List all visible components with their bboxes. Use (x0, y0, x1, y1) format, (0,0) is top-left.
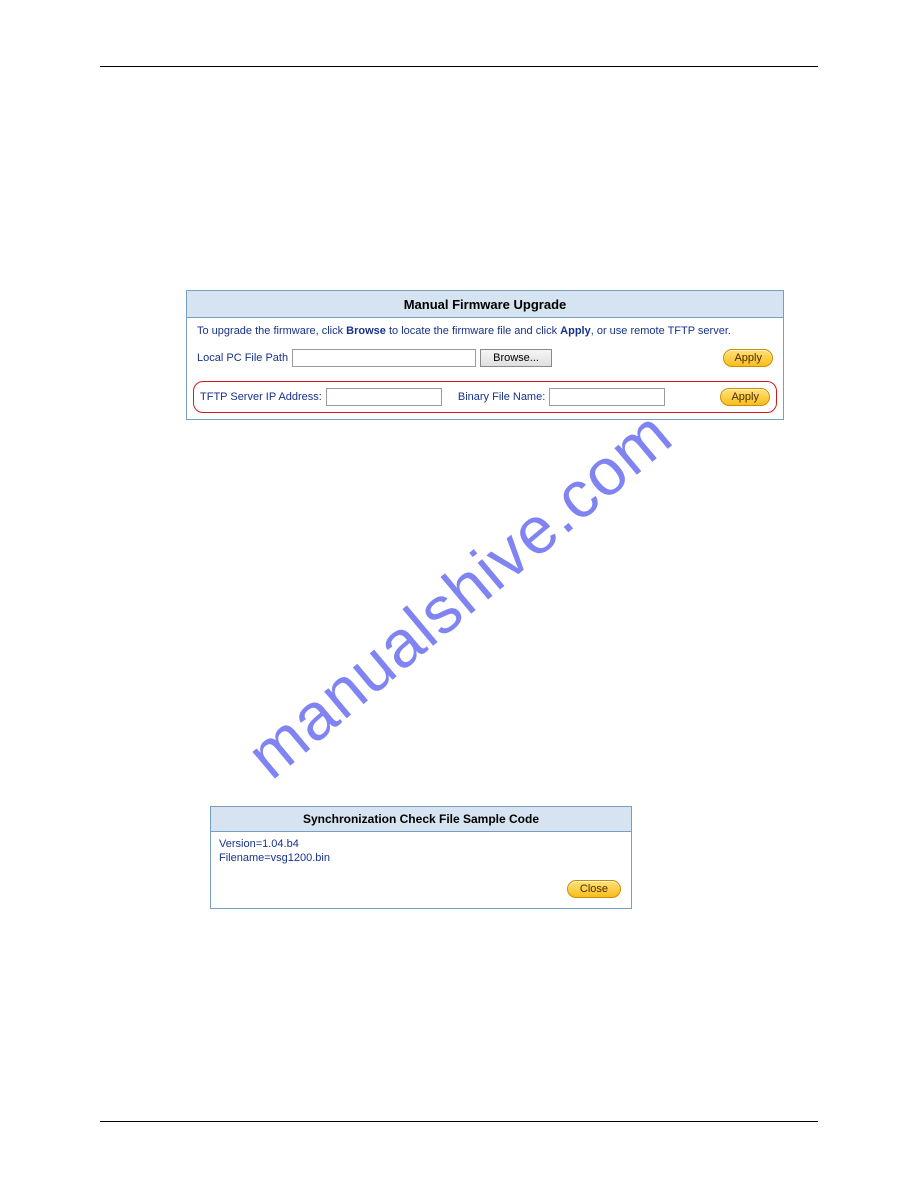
tftp-ip-input[interactable] (326, 388, 442, 406)
local-file-input[interactable] (292, 349, 476, 367)
instr-text: , or use remote TFTP server. (591, 325, 731, 337)
page: manualshive.com Manual Firmware Upgrade … (0, 0, 918, 1188)
watermark: manualshive.com (232, 395, 686, 793)
sync-line-filename: Filename=vsg1200.bin (219, 852, 623, 866)
instr-text: to locate the firmware file and click (386, 325, 560, 337)
sync-check-panel: Synchronization Check File Sample Code V… (210, 806, 632, 909)
apply-button-local[interactable]: Apply (723, 349, 773, 367)
tftp-ip-label: TFTP Server IP Address: (200, 391, 322, 403)
sync-content: Version=1.04.b4 Filename=vsg1200.bin (211, 832, 631, 870)
manual-firmware-upgrade-panel: Manual Firmware Upgrade To upgrade the f… (186, 290, 784, 420)
rule-top (100, 66, 818, 67)
binary-file-label: Binary File Name: (458, 391, 545, 403)
instr-text: To upgrade the firmware, click (197, 325, 346, 337)
rule-bottom (100, 1121, 818, 1122)
instructions: To upgrade the firmware, click Browse to… (187, 318, 783, 343)
instr-bold-browse: Browse (346, 325, 386, 337)
tftp-highlight: TFTP Server IP Address: Binary File Name… (193, 381, 777, 413)
tftp-row: TFTP Server IP Address: Binary File Name… (200, 388, 770, 406)
close-button[interactable]: Close (567, 880, 621, 898)
local-file-label: Local PC File Path (197, 352, 288, 364)
apply-button-tftp[interactable]: Apply (720, 388, 770, 406)
local-file-row: Local PC File Path Browse... Apply (187, 343, 783, 379)
browse-button[interactable]: Browse... (480, 349, 552, 367)
panel-title: Manual Firmware Upgrade (187, 291, 783, 318)
sync-line-version: Version=1.04.b4 (219, 838, 623, 852)
panel-title: Synchronization Check File Sample Code (211, 807, 631, 832)
binary-file-input[interactable] (549, 388, 665, 406)
panel-footer: Close (211, 870, 631, 908)
instr-bold-apply: Apply (560, 325, 591, 337)
